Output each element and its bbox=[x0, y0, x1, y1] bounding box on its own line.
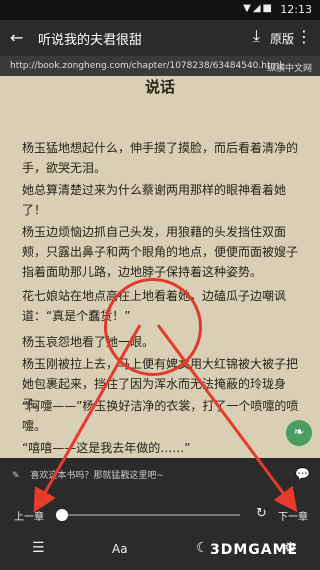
arrow-to-prev bbox=[33, 324, 142, 513]
annotation-arrows bbox=[33, 324, 298, 513]
arrow-to-next bbox=[156, 324, 298, 513]
